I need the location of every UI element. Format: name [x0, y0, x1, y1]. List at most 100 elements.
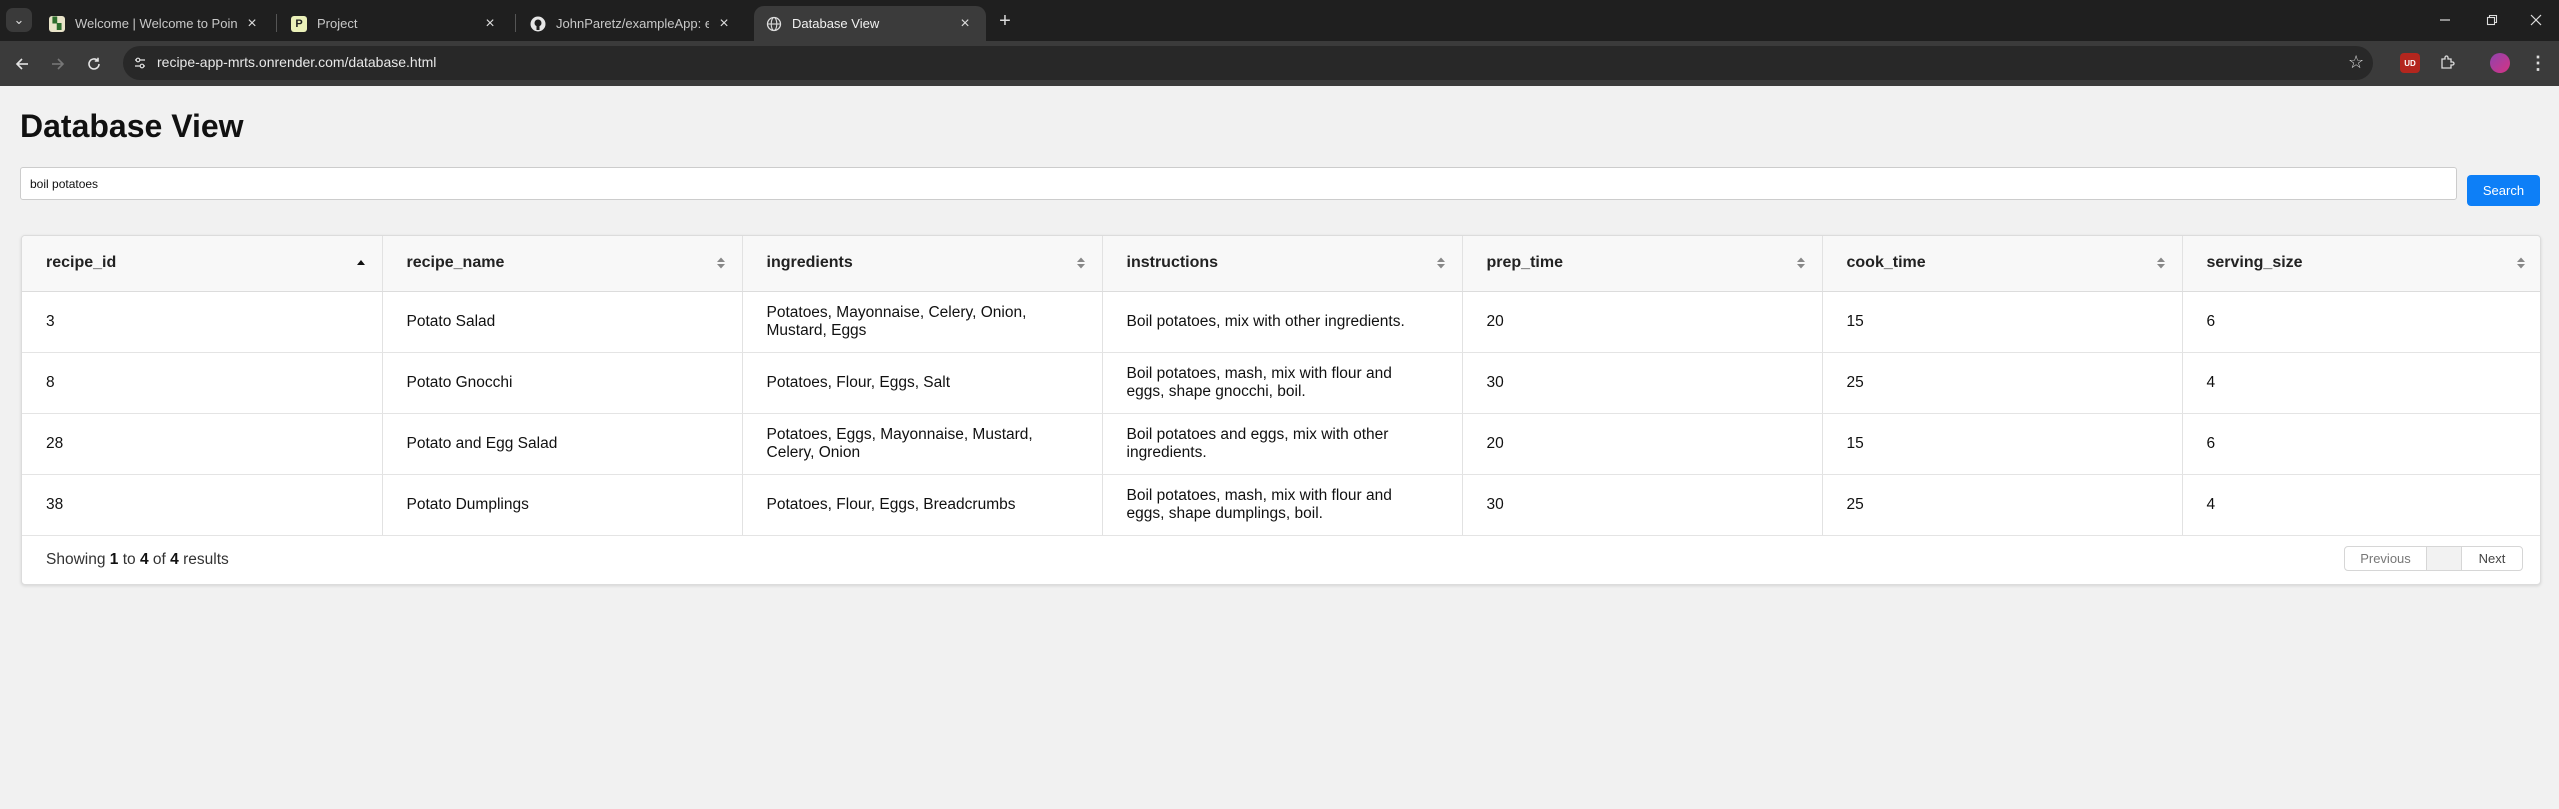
site-info-icon[interactable] [132, 55, 148, 71]
cell-ingredients: Potatoes, Mayonnaise, Celery, Onion, Mus… [742, 291, 1103, 353]
cell-ingredients: Potatoes, Eggs, Mayonnaise, Mustard, Cel… [742, 413, 1103, 475]
tab-title: Welcome | Welcome to PointWi [75, 16, 237, 31]
close-tab-icon[interactable]: × [956, 15, 974, 33]
tab-database-view[interactable]: Database View × [754, 6, 986, 41]
column-header-recipe-id[interactable]: recipe_id [22, 236, 383, 292]
cell-ingredients: Potatoes, Flour, Eggs, Breadcrumbs [742, 474, 1103, 536]
table-row: 8 Potato Gnocchi Potatoes, Flour, Eggs, Sa… [22, 352, 2540, 414]
tab-title: JohnParetz/exampleApp: example [556, 16, 709, 31]
cell-serving-size: 6 [2182, 413, 2540, 475]
address-bar[interactable] [123, 46, 2373, 80]
minimize-icon[interactable] [2430, 8, 2460, 32]
cell-recipe-id: 3 [22, 291, 383, 353]
summary-text: Showing [46, 551, 106, 568]
address-url[interactable]: recipe-app-mrts.onrender.com/database.ht… [157, 54, 436, 70]
table-header-row: recipe_id recipe_name ingredients instructi… [22, 236, 2540, 292]
cell-recipe-name: Potato Dumplings [382, 474, 743, 536]
cell-recipe-name: Potato Gnocchi [382, 352, 743, 414]
reload-icon[interactable] [80, 50, 108, 78]
summary-text: to [122, 551, 136, 568]
back-arrow-icon[interactable] [8, 50, 36, 78]
summary-total: 4 [170, 551, 179, 568]
cell-cook-time: 25 [1822, 352, 2183, 414]
cell-prep-time: 20 [1462, 413, 1823, 475]
cell-prep-time: 30 [1462, 352, 1823, 414]
ublock-extension-icon[interactable]: UD [2400, 53, 2420, 73]
cell-prep-time: 30 [1462, 474, 1823, 536]
tab-project[interactable]: P Project × [279, 6, 511, 41]
summary-text: of [152, 551, 166, 568]
table-body: 3 Potato Salad Potatoes, Mayonnaise, Celer… [22, 291, 2540, 536]
globe-icon [766, 16, 782, 32]
close-tab-icon[interactable]: × [715, 15, 733, 33]
cell-instructions: Boil potatoes, mix with other ingredient… [1102, 291, 1463, 353]
sort-icon [716, 256, 726, 270]
extensions-puzzle-icon[interactable] [2437, 53, 2457, 73]
column-header-label: ingredients [766, 254, 853, 272]
new-tab-button[interactable]: + [993, 9, 1017, 33]
tab-divider [515, 14, 516, 32]
table-row: 3 Potato Salad Potatoes, Mayonnaise, Celer… [22, 291, 2540, 353]
sort-icon [1796, 256, 1806, 270]
cell-recipe-id: 28 [22, 413, 383, 475]
more-menu-icon[interactable]: ⋮ [2528, 53, 2548, 73]
column-header-label: recipe_name [406, 254, 505, 272]
previous-page-button[interactable]: Previous [2345, 547, 2427, 570]
tab-title: Project [317, 16, 358, 31]
sort-icon [2156, 256, 2166, 270]
restore-icon[interactable] [2477, 8, 2507, 32]
tab-title: Database View [792, 16, 880, 31]
sort-icon [1076, 256, 1086, 270]
recipes-table: recipe_id recipe_name ingredients instructi… [22, 236, 2540, 536]
sort-ascending-icon [356, 256, 366, 270]
github-icon [530, 16, 546, 32]
cell-instructions: Boil potatoes, mash, mix with flour and … [1102, 352, 1463, 414]
column-header-label: cook_time [1846, 254, 1926, 272]
summary-to: 4 [139, 551, 149, 568]
pointwise-favicon-icon: ▚ [49, 15, 65, 32]
column-header-label: serving_size [2206, 254, 2303, 272]
cell-serving-size: 4 [2182, 352, 2540, 414]
pagination: Previous Next [2344, 546, 2523, 571]
profile-avatar[interactable] [2490, 53, 2510, 73]
search-input[interactable] [20, 167, 2457, 200]
sort-icon [2516, 256, 2526, 270]
cell-recipe-name: Potato and Egg Salad [382, 413, 743, 475]
cell-recipe-id: 8 [22, 352, 383, 414]
column-header-label: instructions [1126, 254, 1219, 272]
column-header-label: prep_time [1486, 254, 1563, 272]
column-header-serving-size[interactable]: serving_size [2182, 236, 2540, 292]
tab-divider [276, 14, 277, 32]
close-window-icon[interactable] [2521, 8, 2551, 32]
bookmark-star-icon[interactable]: ☆ [2348, 52, 2364, 73]
column-header-ingredients[interactable]: ingredients [742, 236, 1103, 292]
tab-search-chevron-icon[interactable]: ⌄ [6, 8, 32, 32]
forward-arrow-icon[interactable] [44, 50, 72, 78]
column-header-cook-time[interactable]: cook_time [1822, 236, 2183, 292]
close-tab-icon[interactable]: × [481, 15, 499, 33]
cell-recipe-name: Potato Salad [382, 291, 743, 353]
cell-cook-time: 25 [1822, 474, 2183, 536]
cell-ingredients: Potatoes, Flour, Eggs, Salt [742, 352, 1103, 414]
results-table-card: recipe_id recipe_name ingredients instructi… [21, 235, 2541, 585]
column-header-recipe-name[interactable]: recipe_name [382, 236, 743, 292]
cell-serving-size: 6 [2182, 291, 2540, 353]
browser-tab-bar: ⌄ ▚ Welcome | Welcome to PointWi × P Pro… [0, 0, 2559, 41]
column-header-prep-time[interactable]: prep_time [1462, 236, 1823, 292]
tab-github[interactable]: JohnParetz/exampleApp: example × [518, 6, 745, 41]
table-row: 28 Potato and Egg Salad Potatoes, Eggs, Ma… [22, 413, 2540, 475]
current-page-button[interactable] [2427, 547, 2462, 570]
next-page-button[interactable]: Next [2462, 547, 2522, 570]
page-title: Database View [20, 108, 244, 144]
p-favicon-icon: P [291, 15, 307, 32]
cell-prep-time: 20 [1462, 291, 1823, 353]
sort-icon [1436, 256, 1446, 270]
column-header-instructions[interactable]: instructions [1102, 236, 1463, 292]
tab-welcome[interactable]: ▚ Welcome | Welcome to PointWi × [37, 6, 273, 41]
search-button[interactable]: Search [2467, 175, 2540, 206]
cell-instructions: Boil potatoes and eggs, mix with other i… [1102, 413, 1463, 475]
table-row: 38 Potato Dumplings Potatoes, Flour, Eggs,… [22, 474, 2540, 536]
close-tab-icon[interactable]: × [243, 15, 261, 33]
cell-serving-size: 4 [2182, 474, 2540, 536]
summary-text: results [183, 551, 229, 568]
